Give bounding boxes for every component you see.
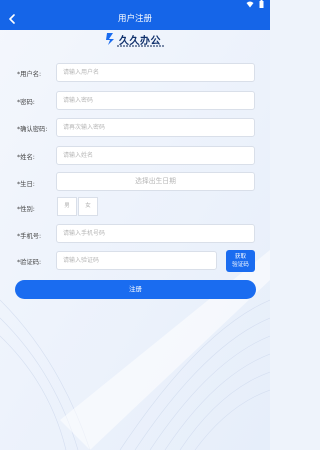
name-label: *姓名: <box>17 154 35 161</box>
gender-option-male[interactable]: 男 <box>57 197 77 216</box>
username-label: *用户名: <box>17 71 42 78</box>
password-input[interactable]: 请输入密码 <box>56 91 255 110</box>
page-title: 用户注册 <box>117 14 152 24</box>
code-input[interactable]: 请输入验证码 <box>56 251 217 270</box>
get-code-line2: 验证码 <box>232 262 249 268</box>
name-input[interactable]: 请输入姓名 <box>56 146 255 165</box>
title-bar: 用户注册 <box>0 8 270 30</box>
register-form: *用户名: 请输入用户名 *密码: 请输入密码 *确认密码: 请再次输入密码 *… <box>0 0 270 450</box>
gender-label: *性别: <box>17 206 35 213</box>
birthday-picker[interactable]: 选择出生日期 <box>56 172 255 191</box>
phone-label: *手机号: <box>17 233 42 240</box>
confirm-password-label: *确认密码: <box>17 126 48 133</box>
phone-input[interactable]: 请输入手机号码 <box>56 224 255 243</box>
confirm-password-input[interactable]: 请再次输入密码 <box>56 118 255 137</box>
username-input[interactable]: 请输入用户名 <box>56 63 255 82</box>
register-button[interactable]: 注册 <box>15 280 256 299</box>
battery-icon <box>259 0 264 8</box>
wifi-icon <box>246 1 254 7</box>
gender-option-female[interactable]: 女 <box>78 197 98 216</box>
birthday-label: *生日: <box>17 181 35 188</box>
get-code-button[interactable]: 获取 验证码 <box>226 250 255 272</box>
password-label: *密码: <box>17 99 35 106</box>
get-code-line1: 获取 <box>234 254 247 260</box>
code-label: *验证码: <box>17 259 42 266</box>
status-bar <box>0 0 270 8</box>
